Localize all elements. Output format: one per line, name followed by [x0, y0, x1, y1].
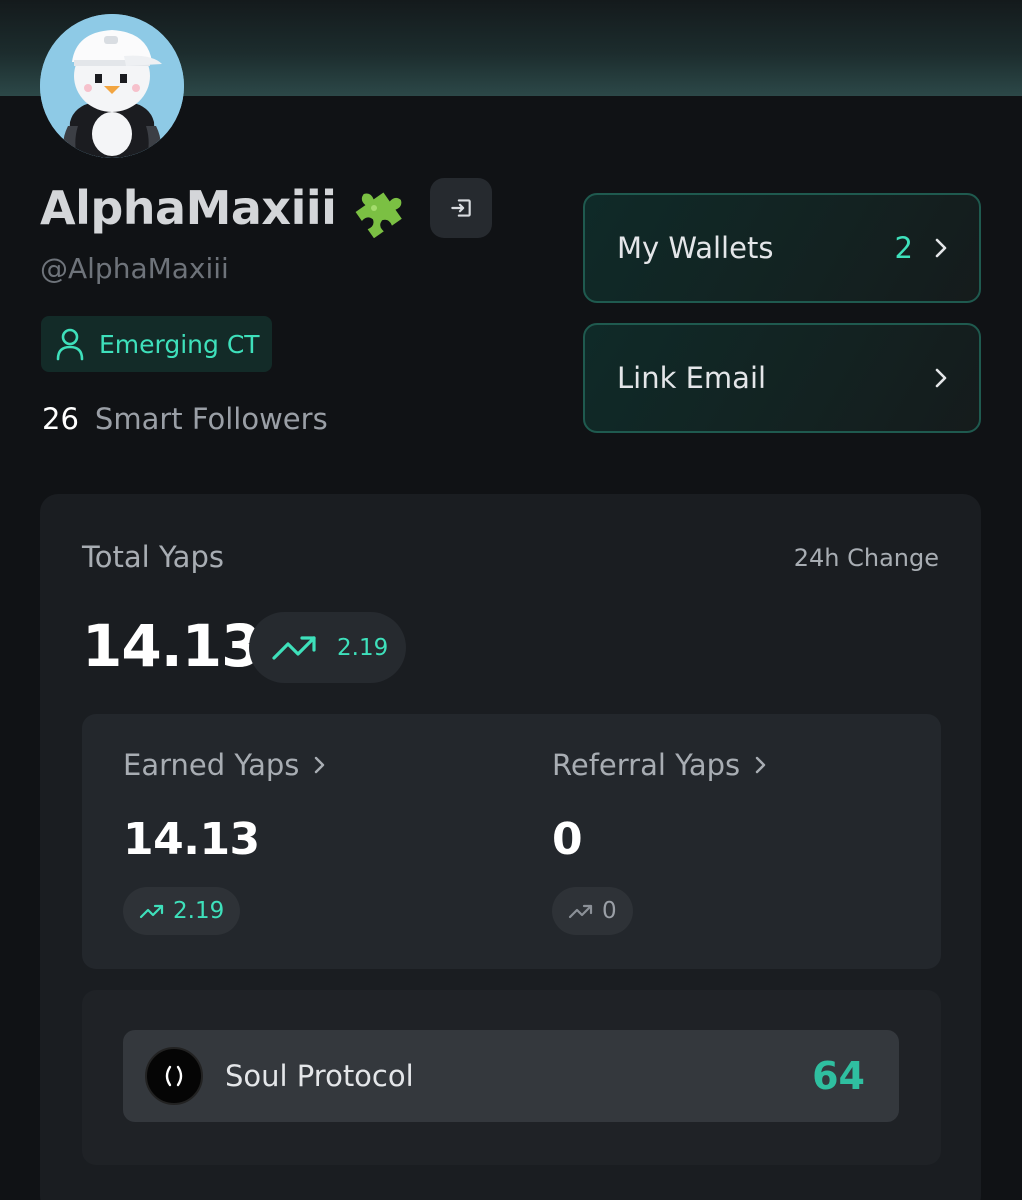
avatar[interactable] [40, 14, 184, 158]
yaps-card: Total Yaps 24h Change 14.13 2.19 Earned … [40, 494, 981, 1200]
my-wallets-button[interactable]: My Wallets 2 [583, 193, 981, 303]
tier-label: Emerging CT [99, 329, 260, 359]
chevron-right-icon [935, 238, 947, 258]
protocol-name: Soul Protocol [225, 1059, 414, 1093]
referral-yaps-label: Referral Yaps [552, 748, 741, 782]
trending-up-icon [568, 904, 593, 919]
earned-yaps[interactable]: Earned Yaps 14.13 2.19 [123, 748, 327, 935]
user-handle[interactable]: @AlphaMaxiii [40, 252, 229, 285]
referral-change-chip: 0 [552, 887, 633, 935]
earned-change-chip: 2.19 [123, 887, 241, 935]
name-row: AlphaMaxiii [40, 178, 493, 238]
smart-followers-label: Smart Followers [94, 402, 328, 436]
sign-in-icon [451, 199, 472, 217]
smart-followers-count: 26 [42, 402, 79, 436]
total-change-value: 2.19 [337, 634, 389, 661]
yaps-breakdown: Earned Yaps 14.13 2.19 Referral Yaps 0 0 [82, 714, 941, 969]
referral-yaps-value: 0 [552, 814, 583, 865]
chevron-right-icon [315, 756, 325, 774]
wallets-count: 2 [894, 231, 913, 265]
my-wallets-label: My Wallets [617, 231, 774, 265]
chevron-right-icon [935, 368, 947, 388]
referral-change-value: 0 [602, 898, 617, 924]
sign-out-button[interactable] [430, 178, 493, 238]
total-yaps-label: Total Yaps [82, 540, 224, 574]
referral-yaps[interactable]: Referral Yaps 0 0 [552, 748, 768, 935]
profile-page: AlphaMaxiii @AlphaMaxiii Emerging CT 26 … [0, 0, 1022, 1200]
link-email-button[interactable]: Link Email [583, 323, 981, 433]
user-icon [56, 328, 84, 361]
soul-protocol-logo-icon [145, 1047, 203, 1105]
total-change-chip: 2.19 [249, 612, 406, 683]
chevron-right-icon [755, 756, 766, 774]
smart-followers[interactable]: 26 Smart Followers [42, 402, 328, 436]
earned-yaps-value: 14.13 [123, 814, 260, 865]
total-yaps-value: 14.13 [82, 612, 261, 680]
link-email-label: Link Email [617, 361, 767, 395]
protocol-score: 64 [812, 1054, 865, 1098]
trending-up-icon [272, 635, 316, 660]
display-name: AlphaMaxiii [40, 181, 337, 235]
earned-change-value: 2.19 [173, 898, 225, 924]
trending-up-icon [139, 904, 164, 919]
earned-yaps-label: Earned Yaps [123, 748, 300, 782]
protocols-card: Soul Protocol 64 [82, 990, 941, 1165]
protocol-row[interactable]: Soul Protocol 64 [123, 1030, 899, 1122]
tier-badge: Emerging CT [41, 316, 272, 372]
puzzle-piece-icon [355, 192, 403, 238]
penguin-avatar-icon [40, 14, 184, 158]
24h-change-label: 24h Change [793, 544, 939, 572]
